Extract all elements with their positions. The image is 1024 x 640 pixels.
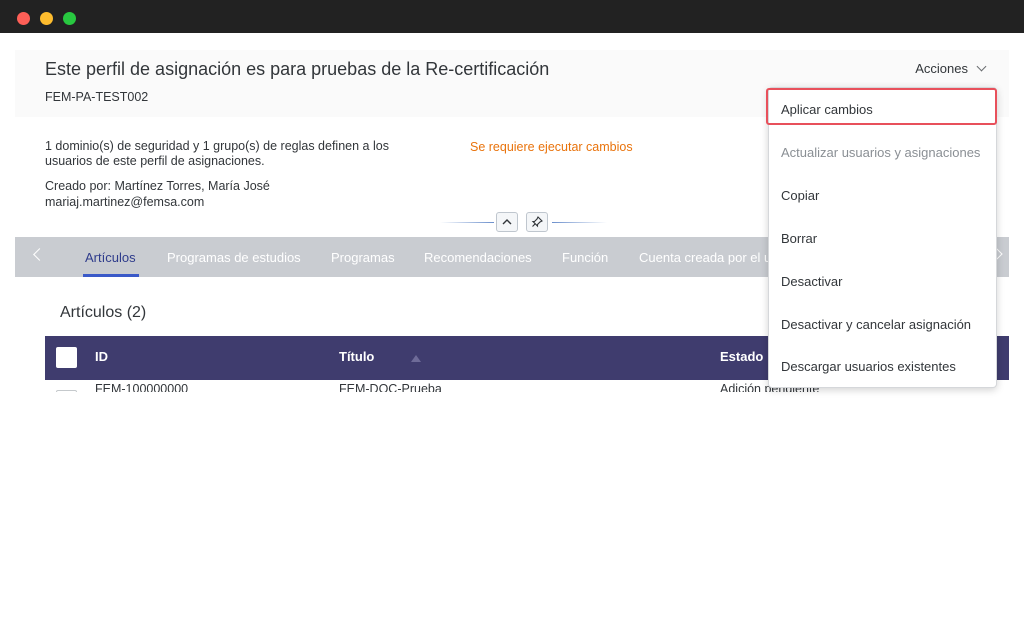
creator-info: Creado por: Martínez Torres, María José … bbox=[45, 178, 270, 210]
column-header-id[interactable]: ID bbox=[95, 349, 108, 364]
description-line: 1 dominio(s) de seguridad y 1 grupo(s) d… bbox=[45, 139, 389, 153]
menu-item-desactivar[interactable]: Desactivar bbox=[769, 260, 996, 303]
pin-icon bbox=[531, 216, 543, 228]
section-title: Artículos (2) bbox=[60, 304, 147, 321]
pin-header-button[interactable] bbox=[526, 212, 548, 232]
header-divider bbox=[440, 222, 494, 223]
created-by: Creado por: Martínez Torres, María José bbox=[45, 179, 270, 193]
menu-item-descargar-usuarios[interactable]: Descargar usuarios existentes bbox=[769, 345, 996, 388]
page-title: Este perfil de asignación es para prueba… bbox=[45, 59, 550, 79]
menu-item-borrar[interactable]: Borrar bbox=[769, 217, 996, 260]
tab-recomendaciones[interactable]: Recomendaciones bbox=[424, 250, 532, 265]
column-header-titulo[interactable]: Título bbox=[339, 349, 374, 364]
close-window-button[interactable] bbox=[17, 12, 30, 25]
chevron-down-icon bbox=[976, 61, 987, 72]
minimize-window-button[interactable] bbox=[40, 12, 53, 25]
maximize-window-button[interactable] bbox=[63, 12, 76, 25]
tab-articulos[interactable]: Artículos bbox=[85, 250, 136, 265]
actions-label: Acciones bbox=[915, 61, 968, 76]
actions-menu-button[interactable]: Acciones bbox=[915, 61, 987, 76]
select-all-checkbox[interactable] bbox=[56, 347, 77, 368]
menu-item-desactivar-cancelar[interactable]: Desactivar y cancelar asignación bbox=[769, 303, 996, 346]
profile-description: 1 dominio(s) de seguridad y 1 grupo(s) d… bbox=[45, 139, 425, 169]
changes-required-warning[interactable]: Se requiere ejecutar cambios bbox=[470, 140, 633, 154]
active-tab-indicator bbox=[83, 274, 139, 277]
tab-cuenta-creada[interactable]: Cuenta creada por el u bbox=[639, 250, 771, 265]
tab-programas-de-estudios[interactable]: Programas de estudios bbox=[167, 250, 301, 265]
chevron-up-icon bbox=[502, 219, 512, 225]
cell-id: FEM-100000000 bbox=[95, 382, 189, 392]
menu-item-actualizar-usuarios[interactable]: Actualizar usuarios y asignaciones bbox=[769, 131, 996, 174]
window-titlebar bbox=[0, 0, 1024, 33]
tab-funcion[interactable]: Función bbox=[562, 250, 608, 265]
tabs-scroll-left-icon[interactable] bbox=[33, 248, 46, 261]
highlight-annotation bbox=[766, 88, 997, 125]
cell-titulo[interactable]: FEM-DOC-Prueba bbox=[339, 382, 442, 392]
collapse-header-button[interactable] bbox=[496, 212, 518, 232]
description-line: usuarios de este perfil de asignaciones. bbox=[45, 154, 265, 168]
profile-id: FEM-PA-TEST002 bbox=[45, 90, 149, 104]
sort-ascending-icon bbox=[411, 355, 421, 362]
actions-dropdown-menu: Aplicar cambios Actualizar usuarios y as… bbox=[768, 87, 997, 388]
tab-programas[interactable]: Programas bbox=[331, 250, 395, 265]
column-header-estado[interactable]: Estado bbox=[720, 349, 763, 364]
menu-item-copiar[interactable]: Copiar bbox=[769, 174, 996, 217]
row-checkbox[interactable] bbox=[56, 390, 77, 392]
creator-email: mariaj.martinez@femsa.com bbox=[45, 195, 205, 209]
header-divider bbox=[552, 222, 607, 223]
